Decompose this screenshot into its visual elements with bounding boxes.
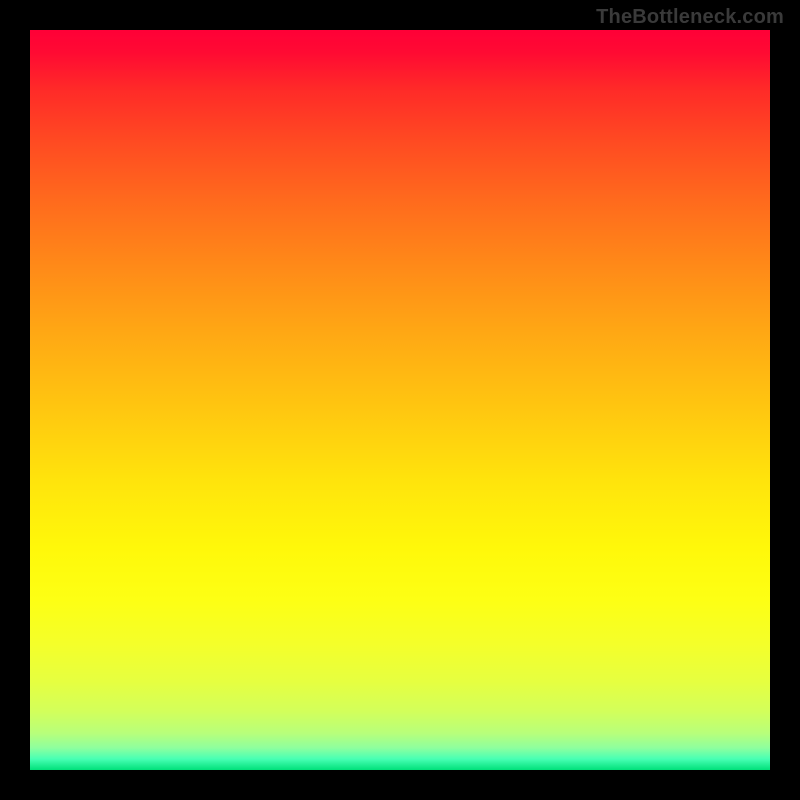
- plot-area: [30, 30, 770, 770]
- chart-frame: TheBottleneck.com: [0, 0, 800, 800]
- background-gradient: [30, 30, 770, 770]
- watermark-text: TheBottleneck.com: [596, 6, 784, 29]
